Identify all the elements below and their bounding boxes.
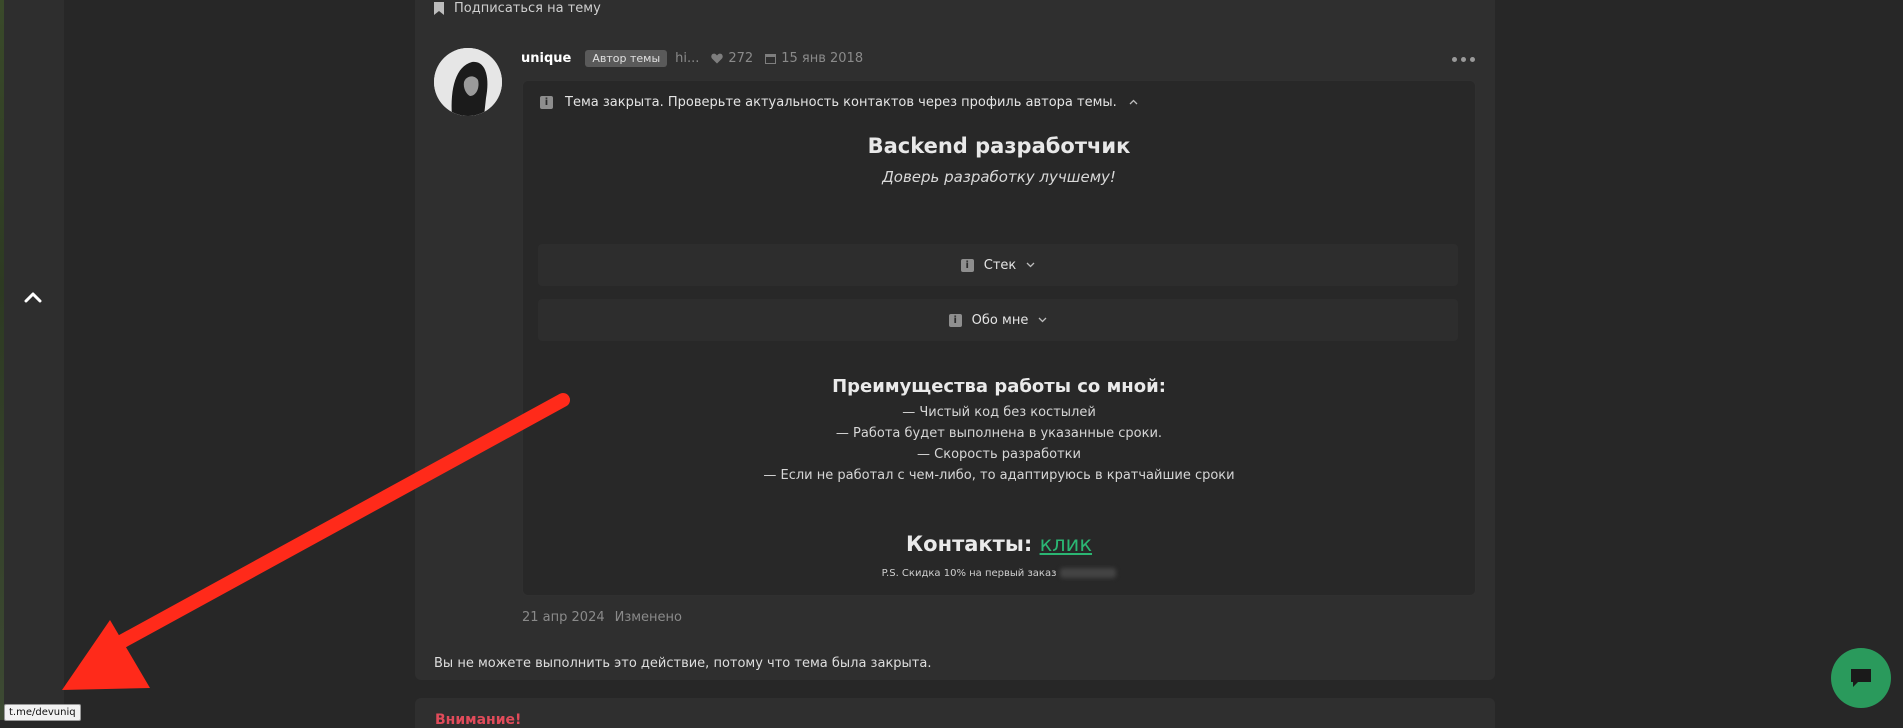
post-date-text: 15 янв 2018 — [781, 50, 864, 66]
heart-icon — [711, 53, 724, 63]
chat-icon — [1851, 669, 1871, 687]
chevron-down-icon — [1026, 262, 1035, 268]
chevron-down-icon — [1038, 317, 1047, 323]
annotation-arrow — [62, 393, 570, 690]
more-options-button[interactable] — [1452, 52, 1480, 66]
more-dots-icon — [1452, 56, 1457, 62]
advantage-item: — Скорость разработки — [917, 447, 1081, 462]
closed-notice-text: Тема закрыта. Проверьте актуальность кон… — [565, 94, 1117, 110]
advantage-item: — Чистый код без костылей — [902, 405, 1096, 420]
edited-link[interactable]: Изменено — [615, 610, 682, 625]
info-icon: i — [960, 258, 974, 272]
contacts-link[interactable]: клик — [1040, 532, 1092, 556]
discount-text: P.S. Скидка 10% на первый заказ — [881, 568, 1057, 579]
info-icon: i — [948, 313, 962, 327]
link-tooltip: t.me/devuniq — [4, 704, 81, 721]
advantage-item: — Работа будет выполнена в указанные сро… — [835, 426, 1163, 441]
likes: 272 — [711, 51, 753, 66]
closed-notice[interactable]: i Тема закрыта. Проверьте актуальность к… — [540, 92, 1138, 112]
spoiler-stack[interactable]: i Стек — [538, 244, 1458, 286]
calendar-icon — [765, 53, 777, 64]
advantages-heading: Преимущества работы со мной: — [832, 376, 1166, 397]
chat-button[interactable] — [1831, 648, 1891, 708]
spoiler-about[interactable]: i Обо мне — [538, 299, 1458, 341]
post-title: Backend разработчик — [867, 134, 1131, 158]
likes-count: 272 — [728, 50, 754, 66]
user-title: hi... — [675, 50, 700, 66]
post-date[interactable]: 15 янв 2018 — [765, 51, 863, 66]
contacts-label: Контакты — [905, 532, 1024, 556]
chevron-up-icon — [1129, 99, 1138, 105]
blurred-code — [1060, 568, 1117, 578]
advantage-item: — Если не работал с чем-либо, то адаптир… — [763, 468, 1235, 483]
post-subtitle: Доверь разработку лучшему! — [882, 168, 1116, 186]
spoiler-label: Стек — [983, 257, 1017, 273]
contacts-line: Контакты: клик — [905, 532, 1093, 556]
spoiler-label: Обо мне — [971, 312, 1029, 328]
discount-note: P.S. Скидка 10% на первый заказ — [522, 568, 1476, 579]
